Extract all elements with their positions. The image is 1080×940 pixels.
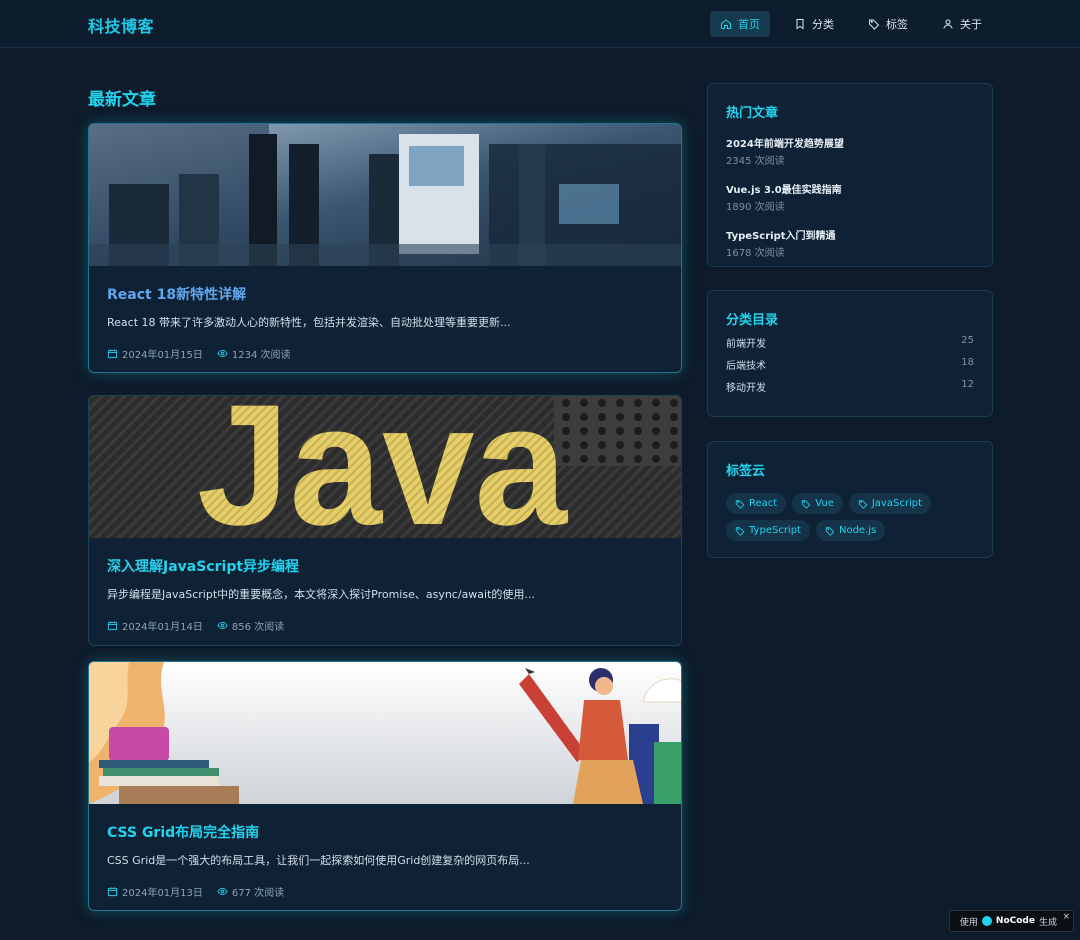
article-views-text: 1234 次阅读 — [231, 350, 291, 361]
tag-label: Vue — [815, 498, 834, 509]
article-excerpt: CSS Grid是一个强大的布局工具，让我们一起探索如何使用Grid创建复杂的网… — [107, 854, 530, 867]
category-item[interactable]: 后端技术 18 — [726, 357, 974, 372]
article-date-text: 2024年01月14日 — [122, 622, 203, 633]
article-views-text: 677 次阅读 — [231, 888, 285, 899]
article-views: 677 次阅读 — [217, 884, 284, 899]
hot-article-title[interactable]: TypeScript入门到精通 — [726, 227, 974, 242]
category-name: 后端技术 — [726, 361, 766, 372]
tag-list: React Vue JavaScript TypeScript Node.js — [726, 493, 974, 541]
article-meta: 2024年01月13日 677 次阅读 — [107, 884, 663, 899]
category-count: 25 — [961, 335, 974, 346]
article-date-text: 2024年01月15日 — [122, 350, 203, 361]
article-excerpt: 异步编程是JavaScript中的重要概念，本文将深入探讨Promise、asy… — [107, 588, 535, 601]
hot-article-title[interactable]: Vue.js 3.0最佳实践指南 — [726, 181, 974, 196]
java-image-text: Java — [197, 396, 568, 538]
article-date: 2024年01月15日 — [107, 346, 203, 361]
hot-article-views: 1678 次阅读 — [726, 248, 785, 259]
nav-menu: 首页 分类 标签 关于 — [710, 11, 992, 37]
article-meta: 2024年01月15日 1234 次阅读 — [107, 346, 663, 361]
article-date: 2024年01月14日 — [107, 618, 203, 633]
badge-brand: NoCode — [995, 916, 1035, 926]
article-card[interactable]: React 18新特性详解 React 18 带来了许多激动人心的新特性，包括并… — [88, 123, 682, 373]
bookmark-icon — [796, 19, 804, 30]
tag-label: React — [749, 498, 778, 509]
hot-article-item[interactable]: 2024年前端开发趋势展望 2345 次阅读 — [726, 135, 974, 167]
tag-icon — [735, 499, 745, 509]
article-views: 1234 次阅读 — [217, 346, 291, 361]
hot-articles-panel: 热门文章 2024年前端开发趋势展望 2345 次阅读 Vue.js 3.0最佳… — [707, 83, 993, 267]
calendar-icon — [107, 887, 118, 897]
top-nav: 科技博客 首页 分类 标签 关于 — [0, 0, 1080, 48]
tag-chip[interactable]: Node.js — [815, 520, 886, 541]
tag-icon — [825, 526, 835, 536]
eye-icon — [217, 887, 228, 896]
nav-item-label: 标签 — [886, 18, 908, 31]
nav-item-label: 首页 — [738, 18, 760, 31]
tag-chip[interactable]: React — [726, 493, 787, 514]
article-views-text: 856 次阅读 — [231, 622, 285, 633]
tag-icon — [869, 19, 880, 30]
nav-item-categories[interactable]: 分类 — [784, 11, 844, 37]
article-date-text: 2024年01月13日 — [122, 888, 203, 899]
panel-title: 分类目录 — [726, 313, 779, 328]
hot-article-title[interactable]: 2024年前端开发趋势展望 — [726, 135, 974, 150]
category-name: 前端开发 — [726, 339, 766, 350]
pencil-illustration[interactable] — [89, 662, 681, 804]
close-icon[interactable]: × — [1062, 912, 1070, 922]
site-brand[interactable]: 科技博客 — [88, 13, 154, 37]
category-count: 18 — [961, 357, 974, 368]
article-card[interactable]: Java 深入理解JavaScript异步编程 异步编程是JavaScript中… — [88, 395, 682, 646]
category-name: 移动开发 — [726, 383, 766, 394]
nocode-logo-icon — [981, 916, 992, 926]
category-item[interactable]: 前端开发 25 — [726, 335, 974, 350]
java-text-photo[interactable]: Java — [89, 396, 681, 538]
eye-icon — [217, 621, 228, 630]
category-item[interactable]: 移动开发 12 — [726, 379, 974, 394]
panel-title: 标签云 — [726, 464, 766, 479]
article-excerpt: React 18 带来了许多激动人心的新特性，包括并发渲染、自动批处理等重要更新… — [107, 316, 511, 329]
calendar-icon — [107, 349, 118, 359]
article-views: 856 次阅读 — [217, 618, 284, 633]
panel-title: 热门文章 — [726, 106, 779, 121]
tag-chip[interactable]: JavaScript — [848, 493, 931, 514]
tag-label: TypeScript — [749, 525, 801, 536]
nav-item-about[interactable]: 关于 — [932, 11, 992, 37]
article-meta: 2024年01月14日 856 次阅读 — [107, 618, 663, 633]
user-icon — [943, 19, 953, 29]
tag-icon — [802, 499, 811, 509]
nocode-badge[interactable]: 使用 NoCode 生成 × — [948, 910, 1074, 932]
hot-article-views: 1890 次阅读 — [726, 202, 785, 213]
badge-prefix: 使用 — [959, 917, 978, 928]
tag-icon — [858, 499, 868, 509]
article-title[interactable]: 深入理解JavaScript异步编程 — [107, 556, 663, 576]
nav-item-label: 分类 — [812, 18, 834, 31]
hot-article-views: 2345 次阅读 — [726, 156, 785, 167]
article-date: 2024年01月13日 — [107, 884, 203, 899]
eye-icon — [217, 349, 228, 358]
badge-suffix: 生成 — [1038, 917, 1057, 928]
tag-chip[interactable]: Vue — [792, 493, 843, 514]
article-body: 深入理解JavaScript异步编程 异步编程是JavaScript中的重要概念… — [89, 538, 681, 633]
tag-label: Node.js — [838, 525, 877, 536]
nav-item-label: 关于 — [960, 18, 982, 31]
article-body: CSS Grid布局完全指南 CSS Grid是一个强大的布局工具，让我们一起探… — [89, 804, 681, 899]
section-title: 最新文章 — [88, 90, 156, 110]
office-team-photo[interactable] — [89, 124, 681, 266]
article-title[interactable]: React 18新特性详解 — [107, 284, 663, 304]
category-count: 12 — [961, 379, 974, 390]
calendar-icon — [107, 621, 118, 631]
categories-panel: 分类目录 前端开发 25 后端技术 18 移动开发 12 — [707, 290, 993, 417]
hot-article-item[interactable]: Vue.js 3.0最佳实践指南 1890 次阅读 — [726, 181, 974, 213]
tag-cloud-panel: 标签云 React Vue JavaScript TypeScript Node… — [707, 441, 993, 558]
home-icon — [721, 19, 731, 29]
article-title[interactable]: CSS Grid布局完全指南 — [107, 822, 663, 842]
hot-article-item[interactable]: TypeScript入门到精通 1678 次阅读 — [726, 227, 974, 259]
tag-chip[interactable]: TypeScript — [726, 520, 810, 541]
article-card[interactable]: CSS Grid布局完全指南 CSS Grid是一个强大的布局工具，让我们一起探… — [88, 661, 682, 911]
nav-item-tags[interactable]: 标签 — [858, 11, 918, 37]
tag-icon — [735, 526, 745, 536]
tag-label: JavaScript — [871, 498, 922, 509]
article-body: React 18新特性详解 React 18 带来了许多激动人心的新特性，包括并… — [89, 266, 681, 361]
nav-item-home[interactable]: 首页 — [710, 11, 770, 37]
